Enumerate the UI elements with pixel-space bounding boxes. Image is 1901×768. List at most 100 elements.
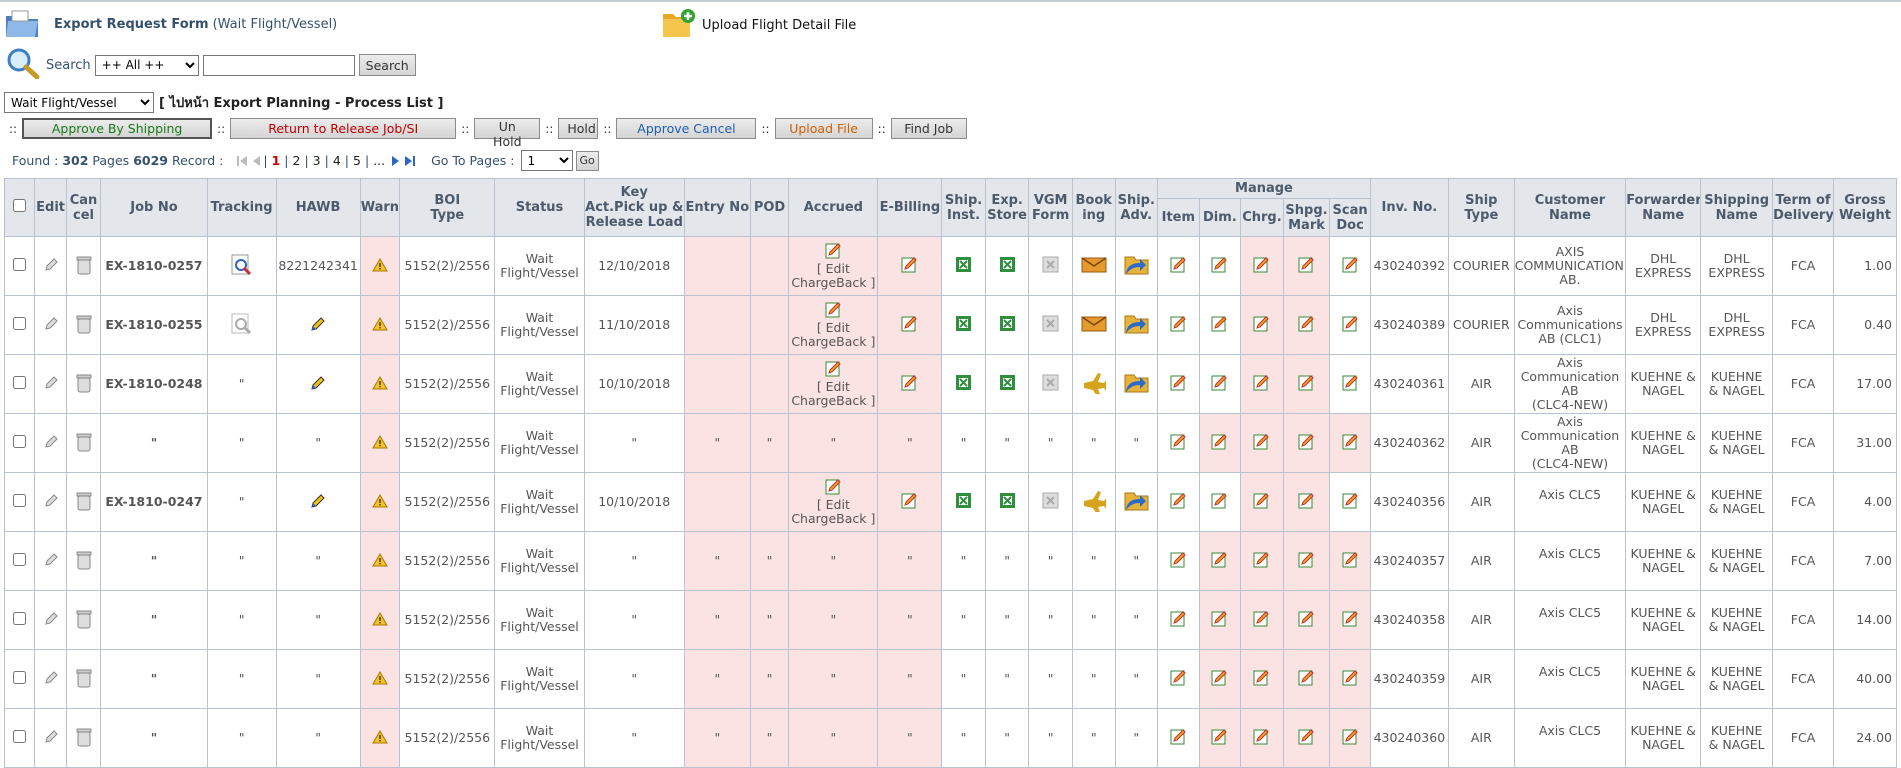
vgm-form-icon[interactable]: [1042, 315, 1059, 335]
hawb-edit-pen-icon[interactable]: [310, 493, 326, 512]
manage-chrg-edit-icon[interactable]: [1253, 433, 1270, 453]
manage-shpg-mark-edit-icon[interactable]: [1298, 669, 1315, 689]
booking-mail-icon[interactable]: [1081, 256, 1107, 277]
tracking-search-icon[interactable]: [230, 312, 254, 339]
exp-store-excel-icon[interactable]: [999, 315, 1016, 335]
upload-file-button[interactable]: Upload File: [774, 118, 873, 139]
ebilling-edit-icon[interactable]: [901, 374, 918, 394]
manage-chrg-edit-icon[interactable]: [1253, 728, 1270, 748]
cancel-trash-icon[interactable]: [74, 313, 94, 338]
job-no-cell[interactable]: EX-1810-0248: [100, 354, 208, 414]
cancel-trash-icon[interactable]: [74, 431, 94, 456]
unhold-button[interactable]: Un Hold: [474, 118, 541, 149]
job-no-cell[interactable]: ": [100, 413, 208, 473]
manage-dim-edit-icon[interactable]: [1211, 492, 1228, 512]
job-no-cell[interactable]: EX-1810-0255: [100, 295, 208, 355]
job-no-cell[interactable]: EX-1810-0257: [100, 236, 208, 296]
job-no-cell[interactable]: EX-1810-0247: [100, 472, 208, 532]
manage-item-edit-icon[interactable]: [1170, 315, 1187, 335]
row-select-checkbox[interactable]: [13, 671, 27, 684]
exp-store-excel-icon[interactable]: [999, 374, 1016, 394]
approve-by-shipping-button[interactable]: Approve By Shipping: [22, 118, 213, 139]
manage-dim-edit-icon[interactable]: [1211, 669, 1228, 689]
accrued-cell[interactable]: [ Edit ChargeBack ]: [788, 236, 879, 296]
search-button[interactable]: Search: [358, 54, 416, 76]
row-select-checkbox[interactable]: [13, 376, 27, 389]
cancel-trash-icon[interactable]: [74, 254, 94, 279]
edit-pencil-icon[interactable]: [44, 670, 58, 688]
booking-mail-icon[interactable]: [1081, 315, 1107, 336]
exp-store-excel-icon[interactable]: [999, 256, 1016, 276]
accrued-cell[interactable]: [ Edit ChargeBack ]: [788, 354, 879, 414]
accrued-edit-icon[interactable]: [825, 242, 842, 262]
manage-scan-doc-edit-icon[interactable]: [1342, 315, 1359, 335]
manage-item-edit-icon[interactable]: [1170, 551, 1187, 571]
hawb-edit-pen-icon[interactable]: [310, 316, 326, 335]
ship-inst-excel-icon[interactable]: [955, 256, 972, 276]
manage-dim-edit-icon[interactable]: [1211, 433, 1228, 453]
accrued-edit-icon[interactable]: [825, 301, 842, 321]
cancel-trash-icon[interactable]: [74, 549, 94, 574]
manage-scan-doc-edit-icon[interactable]: [1342, 256, 1359, 276]
go-button[interactable]: Go: [575, 150, 599, 171]
edit-pencil-icon[interactable]: [44, 552, 58, 570]
manage-item-edit-icon[interactable]: [1170, 256, 1187, 276]
manage-item-edit-icon[interactable]: [1170, 610, 1187, 630]
manage-scan-doc-edit-icon[interactable]: [1342, 492, 1359, 512]
page-link-2[interactable]: 2: [292, 153, 300, 168]
edit-pencil-icon[interactable]: [44, 611, 58, 629]
job-no-cell[interactable]: ": [100, 708, 208, 768]
manage-scan-doc-edit-icon[interactable]: [1342, 728, 1359, 748]
page-link-3[interactable]: 3: [313, 153, 321, 168]
find-job-button[interactable]: Find Job: [890, 118, 967, 139]
ship-adv-folder-icon[interactable]: [1122, 488, 1150, 517]
select-all-checkbox[interactable]: [13, 199, 27, 212]
vgm-form-icon[interactable]: [1042, 374, 1059, 394]
manage-item-edit-icon[interactable]: [1170, 433, 1187, 453]
ship-inst-excel-icon[interactable]: [955, 315, 972, 335]
cancel-trash-icon[interactable]: [74, 608, 94, 633]
manage-dim-edit-icon[interactable]: [1211, 551, 1228, 571]
edit-pencil-icon[interactable]: [44, 493, 58, 511]
edit-pencil-icon[interactable]: [44, 729, 58, 747]
cancel-trash-icon[interactable]: [74, 667, 94, 692]
edit-pencil-icon[interactable]: [44, 257, 58, 275]
ship-inst-excel-icon[interactable]: [955, 374, 972, 394]
row-select-checkbox[interactable]: [13, 258, 27, 271]
prev-page-icon[interactable]: [251, 155, 261, 167]
row-select-checkbox[interactable]: [13, 612, 27, 625]
booking-plane-icon[interactable]: [1082, 490, 1107, 516]
page-link-more[interactable]: ...: [373, 153, 385, 168]
row-select-checkbox[interactable]: [13, 435, 27, 448]
accrued-edit-icon[interactable]: [825, 478, 842, 498]
manage-chrg-edit-icon[interactable]: [1253, 669, 1270, 689]
vgm-form-icon[interactable]: [1042, 492, 1059, 512]
next-page-icon[interactable]: [391, 155, 401, 167]
manage-item-edit-icon[interactable]: [1170, 669, 1187, 689]
approve-cancel-button[interactable]: Approve Cancel: [616, 118, 757, 139]
search-filter-select[interactable]: ++ All ++: [94, 54, 199, 76]
manage-scan-doc-edit-icon[interactable]: [1342, 374, 1359, 394]
manage-dim-edit-icon[interactable]: [1211, 315, 1228, 335]
manage-item-edit-icon[interactable]: [1170, 492, 1187, 512]
manage-shpg-mark-edit-icon[interactable]: [1298, 315, 1315, 335]
manage-shpg-mark-edit-icon[interactable]: [1298, 433, 1315, 453]
first-page-icon[interactable]: [237, 155, 248, 167]
cancel-trash-icon[interactable]: [74, 372, 94, 397]
manage-shpg-mark-edit-icon[interactable]: [1298, 256, 1315, 276]
ship-adv-folder-icon[interactable]: [1122, 311, 1150, 340]
upload-flight-detail-link[interactable]: Upload Flight Detail File: [662, 8, 856, 42]
manage-item-edit-icon[interactable]: [1170, 374, 1187, 394]
manage-chrg-edit-icon[interactable]: [1253, 374, 1270, 394]
manage-dim-edit-icon[interactable]: [1211, 610, 1228, 630]
row-select-checkbox[interactable]: [13, 553, 27, 566]
edit-pencil-icon[interactable]: [44, 375, 58, 393]
manage-chrg-edit-icon[interactable]: [1253, 492, 1270, 512]
manage-scan-doc-edit-icon[interactable]: [1342, 610, 1359, 630]
manage-shpg-mark-edit-icon[interactable]: [1298, 610, 1315, 630]
tracking-search-icon[interactable]: [230, 253, 254, 280]
manage-scan-doc-edit-icon[interactable]: [1342, 433, 1359, 453]
ebilling-edit-icon[interactable]: [901, 492, 918, 512]
ebilling-edit-icon[interactable]: [901, 256, 918, 276]
vgm-form-icon[interactable]: [1042, 256, 1059, 276]
